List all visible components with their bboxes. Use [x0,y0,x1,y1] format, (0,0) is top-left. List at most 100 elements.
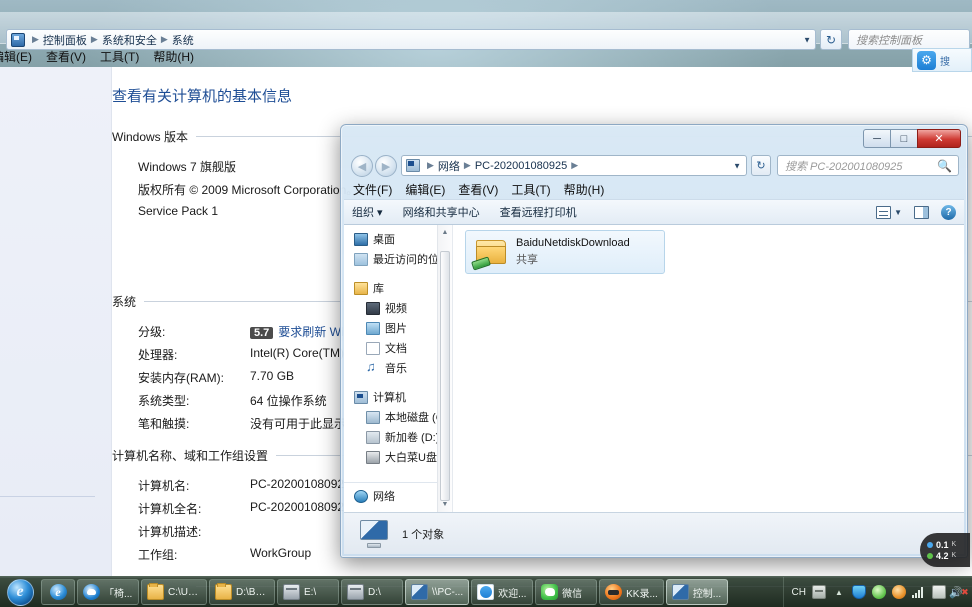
explorer-file-pane[interactable]: BaiduNetdiskDownload 共享 [452,225,964,512]
nav-item-drive-e[interactable]: 大白菜U盘 (E:) [344,447,452,467]
taskbar-item-drive-e[interactable]: E:\ [277,579,339,605]
menu-view[interactable]: 查看(V) [458,181,498,198]
control-panel-menubar[interactable]: 编辑(E) 查看(V) 工具(T) 帮助(H) [0,46,972,66]
sidebar-item-remote-settings[interactable]: 置 [0,147,111,174]
chevron-up-icon[interactable]: ▲ [832,585,846,599]
network-speed-widget[interactable]: 0.1 K 4.2 K [920,533,970,567]
chevron-down-icon[interactable]: ▼ [733,161,741,170]
explorer-menubar[interactable]: 文件(F) 编辑(E) 查看(V) 工具(T) 帮助(H) [353,181,604,198]
menu-file[interactable]: 文件(F) [353,181,392,198]
monitor-shape [360,519,388,540]
nav-item-drive-c[interactable]: 本地磁盘 (C:) [344,407,452,427]
explorer-window[interactable]: ─ □ ✕ ◀ ▶ ▶ 网络 ▶ PC-202001080925 ▶ ▼ ↻ 搜… [340,124,968,558]
network-sharing-center-button[interactable]: 网络和共享中心 [403,204,480,220]
menu-help[interactable]: 帮助(H) [564,181,605,198]
nav-item-computer[interactable]: 计算机 [344,387,452,407]
taskbar-item-network-share[interactable]: \\PC-... [405,579,470,605]
explorer-refresh-button[interactable]: ↻ [751,155,771,176]
taskbar-items[interactable]: e 「椅... C:\Us... D:\Ba... E:\ D:\ \\PC-.… [40,577,783,607]
menu-tools[interactable]: 工具(T) [511,181,550,198]
control-panel-sidebar[interactable]: 板主页 理器 置 护 统设置 ws Update 息和工具 [0,67,112,578]
breadcrumb-item-computer[interactable]: PC-202001080925 [475,160,567,172]
close-button[interactable]: ✕ [917,129,961,148]
taskbar[interactable]: e e 「椅... C:\Us... D:\Ba... E:\ D:\ \\PC… [0,576,972,607]
row-key: 安装内存(RAM): [138,371,224,385]
explorer-toolbar[interactable]: 组织 ▾ 网络和共享中心 查看远程打印机 ▼ ? [344,199,964,225]
maximize-button[interactable]: □ [890,129,917,148]
help-icon[interactable]: ? [941,204,956,220]
internet-explorer-icon[interactable]: e [49,584,67,600]
nav-item-recent-places[interactable]: 最近访问的位置 [344,249,452,269]
taskbar-item-baidu-welcome[interactable]: 欢迎... [471,579,534,605]
sidebar-item-home[interactable]: 板主页 [0,79,111,106]
breadcrumb-item-network[interactable]: 网络 [438,158,460,174]
menu-tools[interactable]: 工具(T) [100,48,139,65]
nav-pane-scrollbar[interactable]: ▲ ▼ [437,225,452,512]
explorer-nav-buttons[interactable]: ◀ ▶ [351,155,397,177]
list-item[interactable]: BaiduNetdiskDownload 共享 [465,230,665,274]
start-button[interactable]: e [0,577,40,607]
chat-icon[interactable] [872,585,886,599]
sidebar-item-device-manager[interactable]: 理器 [0,120,111,147]
taskbar-item-folder-c-users[interactable]: C:\Us... [141,579,207,605]
qq-icon[interactable] [892,585,906,599]
sidebar-item-advanced-settings[interactable]: 统设置 [0,201,111,228]
sidebar-item-windows-update[interactable]: ws Update [0,505,111,529]
signal-icon[interactable] [912,586,926,598]
explorer-navigation-pane[interactable]: 桌面 最近访问的位置 库 视频 图片 文档 ♫ 音乐 计算机 本地磁盘 (C:)… [344,225,452,512]
nav-item-videos[interactable]: 视频 [344,298,452,318]
baidu-bar-label[interactable]: 搜 [940,53,950,68]
change-view-button[interactable]: ▼ [876,205,902,219]
shield-icon[interactable] [852,585,866,599]
sidebar-item-performance-tools[interactable]: 息和工具 [0,529,111,556]
ime-indicator[interactable]: CH [792,587,806,598]
baidu-floating-bar[interactable]: ⚙ 搜 [912,48,972,72]
taskbar-item-wechat[interactable]: 微信 [535,579,598,605]
menu-edit[interactable]: 编辑(E) [405,181,445,198]
nav-item-libraries[interactable]: 库 [344,278,452,298]
chevron-down-icon[interactable]: ▼ [803,35,811,44]
baidu-logo-icon[interactable]: ⚙ [917,50,936,70]
toolbar-right-group[interactable]: ▼ ? [876,204,956,220]
nav-item-music[interactable]: 音乐 [344,358,452,378]
back-button[interactable]: ◀ [351,155,373,177]
nav-item-drive-d[interactable]: 新加卷 (D:) [344,427,452,447]
nav-item-network[interactable]: 网络 [344,482,452,506]
view-remote-printers-button[interactable]: 查看远程打印机 [500,204,577,220]
scroll-down-arrow-icon[interactable]: ▼ [438,497,452,512]
organize-button[interactable]: 组织 ▾ [352,204,383,220]
scroll-up-arrow-icon[interactable]: ▲ [438,225,452,240]
sidebar-item-system-protection[interactable]: 护 [0,174,111,201]
taskbar-item-internet-explorer[interactable]: e [41,579,75,605]
window-controls[interactable]: ─ □ ✕ [863,129,961,148]
system-tray[interactable]: CH ▲ 🔊 ✖ [782,576,972,607]
nav-item-desktop[interactable]: 桌面 [344,229,452,249]
taskbar-item-cloud-app[interactable]: 「椅... [77,579,139,605]
minimize-button[interactable]: ─ [863,129,890,148]
preview-pane-icon[interactable] [914,205,929,219]
taskbar-item-drive-d[interactable]: D:\ [341,579,403,605]
search-icon[interactable]: 🔍 [937,159,952,173]
taskbar-item-folder-d-baidu[interactable]: D:\Ba... [209,579,275,605]
chevron-down-icon[interactable]: ▼ [894,208,902,217]
rating-refresh-link[interactable]: 要求刷新 Wi [278,325,343,339]
explorer-address-bar[interactable]: ▶ 网络 ▶ PC-202001080925 ▶ ▼ [401,155,747,176]
taskbar-item-control-panel[interactable]: 控制... [665,579,728,605]
calendar-icon[interactable] [932,585,946,599]
menu-help[interactable]: 帮助(H) [153,48,194,65]
menu-edit[interactable]: 编辑(E) [0,48,32,65]
keyboard-icon[interactable] [812,585,826,599]
nav-item-label: 计算机 [373,392,406,404]
nav-item-documents[interactable]: 文档 [344,338,452,358]
windows-start-orb-icon[interactable]: e [6,578,34,606]
network-icon [354,489,368,503]
explorer-search-input[interactable]: 搜索 PC-202001080925 🔍 [777,155,959,176]
volume-muted-icon[interactable]: 🔊 ✖ [949,585,968,599]
taskbar-item-label: 控制... [692,588,722,600]
taskbar-item-kk-recorder[interactable]: KK录... [599,579,664,605]
explorer-titlebar[interactable]: ─ □ ✕ [341,125,967,155]
forward-button[interactable]: ▶ [375,155,397,177]
menu-view[interactable]: 查看(V) [46,48,86,65]
nav-item-pictures[interactable]: 图片 [344,318,452,338]
scrollbar-thumb[interactable] [440,251,450,501]
